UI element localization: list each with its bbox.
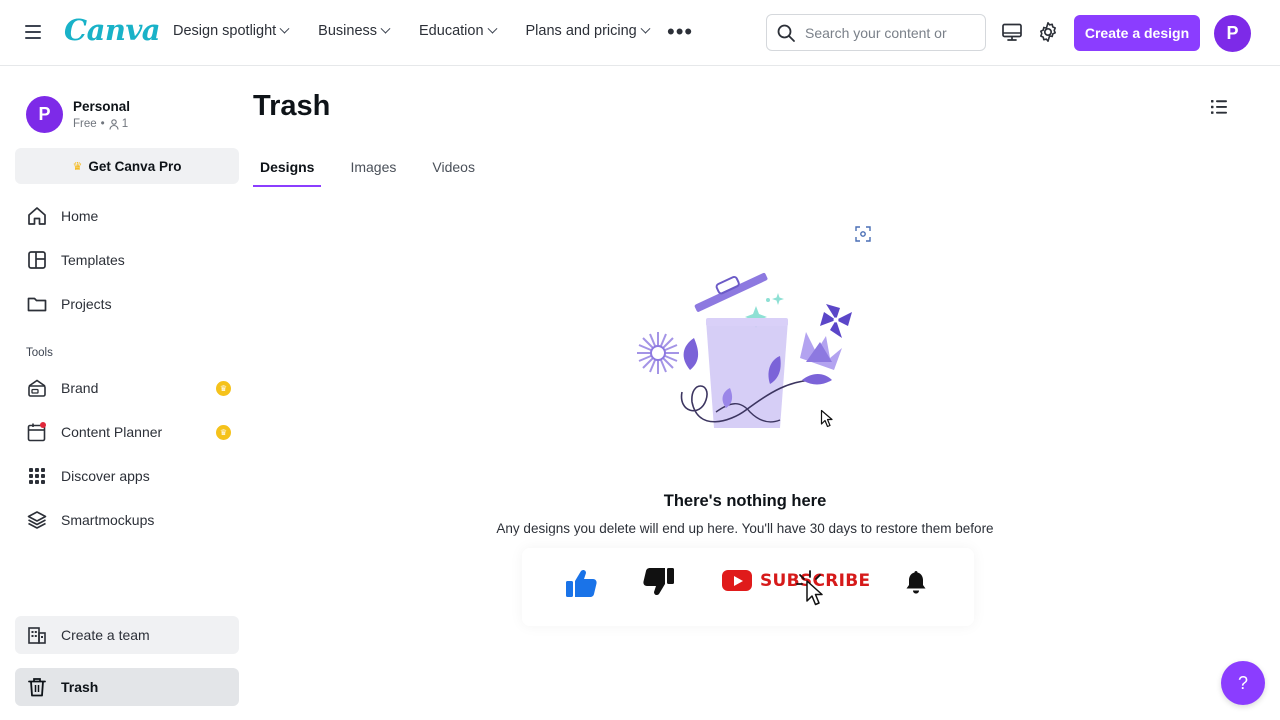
- sidebar: P Personal Free • 1 ♛ Get Canva Pro Home…: [0, 67, 250, 720]
- calendar-icon: [27, 422, 46, 442]
- thumbs-up-icon[interactable]: [564, 568, 598, 600]
- crown-icon: ♛: [72, 160, 83, 173]
- separator-dot: •: [100, 118, 105, 130]
- create-design-button[interactable]: Create a design: [1074, 15, 1200, 51]
- thumbs-down-icon[interactable]: [642, 565, 676, 597]
- screenshot-focus-icon[interactable]: [854, 225, 872, 243]
- sidebar-item-label: Brand: [61, 380, 99, 396]
- home-icon: [28, 207, 46, 225]
- sidebar-item-label: Home: [61, 208, 99, 224]
- nav-plans-pricing[interactable]: Plans and pricing: [525, 23, 651, 39]
- sidebar-item-label: Create a team: [61, 627, 150, 643]
- gear-icon[interactable]: [1036, 20, 1060, 44]
- account-plan: Free: [73, 118, 97, 130]
- sidebar-item-label: Trash: [61, 679, 99, 695]
- sidebar-item-label: Content Planner: [61, 424, 163, 440]
- brand-icon: [28, 379, 46, 397]
- account-info: Personal Free • 1: [73, 99, 130, 130]
- tab-videos[interactable]: Videos: [425, 155, 482, 187]
- templates-icon: [28, 251, 46, 269]
- nav-label: Business: [318, 23, 378, 39]
- chevron-down-icon: [279, 23, 290, 34]
- folder-icon: [27, 297, 47, 312]
- nav-education[interactable]: Education: [419, 23, 497, 39]
- account-name: Personal: [73, 99, 131, 114]
- pro-button-label: Get Canva Pro: [88, 158, 182, 174]
- page-title: Trash: [253, 90, 331, 122]
- canva-logo[interactable]: Canva: [64, 13, 161, 47]
- chevron-down-icon: [640, 23, 651, 34]
- sidebar-item-templates[interactable]: Templates: [15, 241, 239, 279]
- tools-heading: Tools: [26, 347, 53, 359]
- account-switcher[interactable]: P Personal Free • 1: [26, 96, 130, 133]
- video-overlay-bar: SUBSCRIBE: [522, 548, 974, 626]
- help-button[interactable]: ?: [1221, 661, 1265, 705]
- apps-grid-icon: [29, 468, 45, 484]
- crown-badge-icon: ♛: [216, 381, 231, 396]
- chevron-down-icon: [380, 23, 391, 34]
- menu-icon[interactable]: [22, 21, 44, 43]
- sidebar-item-label: Projects: [61, 296, 112, 312]
- sidebar-item-trash[interactable]: Trash: [15, 668, 239, 706]
- search-input[interactable]: [805, 24, 975, 41]
- layers-icon: [27, 511, 47, 529]
- create-team-button[interactable]: Create a team: [15, 616, 239, 654]
- sidebar-item-label: Templates: [61, 252, 125, 268]
- nav-business[interactable]: Business: [318, 23, 391, 39]
- empty-trash-illustration: [637, 272, 852, 428]
- sidebar-item-smartmockups[interactable]: Smartmockups: [15, 501, 239, 539]
- bell-icon[interactable]: [904, 569, 928, 595]
- sidebar-item-projects[interactable]: Projects: [15, 285, 239, 323]
- sidebar-item-home[interactable]: Home: [15, 197, 239, 235]
- account-members: 1: [121, 118, 129, 130]
- desktop-app-icon[interactable]: [1000, 20, 1024, 44]
- nav-label: Plans and pricing: [525, 23, 637, 39]
- tab-designs[interactable]: Designs: [253, 155, 322, 187]
- sidebar-item-label: Discover apps: [61, 468, 150, 484]
- team-building-icon: [28, 627, 46, 644]
- nav-label: Education: [419, 23, 484, 39]
- get-canva-pro-button[interactable]: ♛ Get Canva Pro: [15, 148, 239, 184]
- top-bar: Canva Design spotlight Business Educatio…: [0, 0, 1280, 66]
- sidebar-item-content-planner[interactable]: Content Planner ♛: [15, 413, 239, 451]
- subscribe-button[interactable]: SUBSCRIBE: [722, 570, 870, 591]
- youtube-logo-icon: [722, 570, 752, 591]
- list-view-icon[interactable]: [1208, 96, 1230, 118]
- sidebar-item-label: Smartmockups: [61, 512, 155, 528]
- tab-bar: Designs Images Videos: [253, 155, 504, 187]
- empty-state-title: There's nothing here: [663, 492, 827, 510]
- more-horizontal-icon[interactable]: •••: [667, 21, 693, 43]
- empty-state-description: Any designs you delete will end up here.…: [470, 521, 1020, 538]
- avatar[interactable]: P: [1214, 15, 1251, 52]
- crown-badge-icon: ♛: [216, 425, 231, 440]
- person-icon: [109, 118, 119, 130]
- search-box[interactable]: [766, 14, 986, 51]
- account-avatar: P: [26, 96, 63, 133]
- nav-label: Design spotlight: [173, 23, 277, 39]
- sidebar-item-brand[interactable]: Brand ♛: [15, 369, 239, 407]
- trash-icon: [28, 678, 46, 697]
- sidebar-item-discover-apps[interactable]: Discover apps: [15, 457, 239, 495]
- chevron-down-icon: [487, 23, 497, 34]
- tab-images[interactable]: Images: [343, 155, 403, 187]
- account-meta: Free • 1: [73, 118, 130, 130]
- main-nav: Design spotlight Business Education Plan…: [173, 23, 679, 39]
- nav-design-spotlight[interactable]: Design spotlight: [173, 23, 290, 39]
- subscribe-label: SUBSCRIBE: [760, 570, 871, 591]
- search-icon: [777, 24, 795, 42]
